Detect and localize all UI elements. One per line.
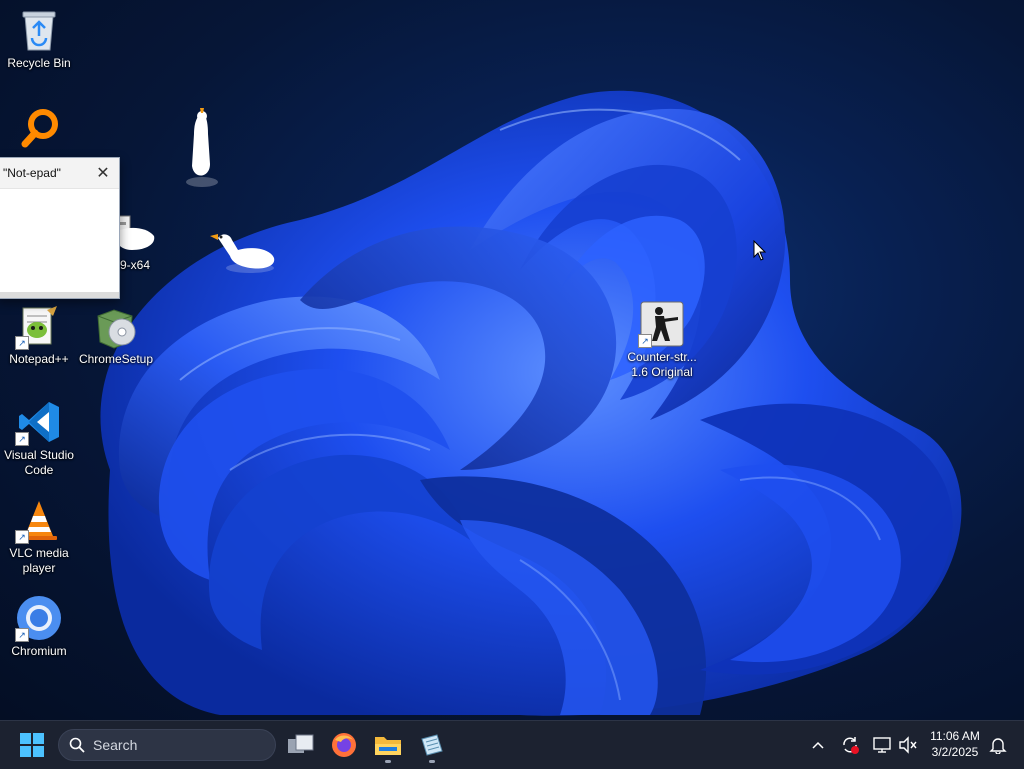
desktop-icon-hidden-app[interactable] (1, 104, 77, 152)
notification-bell-icon (989, 738, 1007, 754)
clock-time: 11:06 AM (930, 729, 980, 743)
firefox-icon (332, 733, 356, 757)
desktop-icon-chromium[interactable]: ↗ Chromium (1, 594, 77, 659)
close-button[interactable]: ✕ (93, 163, 113, 183)
desktop-icon-vlc[interactable]: ↗ VLC media player (1, 496, 77, 576)
vscode-icon: ↗ (15, 398, 63, 446)
shortcut-arrow-icon: ↗ (15, 336, 29, 350)
goose-partial-icon[interactable] (116, 224, 156, 254)
shortcut-arrow-icon: ↗ (638, 334, 652, 348)
counter-strike-icon: ↗ (638, 300, 686, 348)
task-view-icon (288, 734, 314, 753)
sync-tray-button[interactable] (838, 721, 862, 769)
desktop-icon-counter-strike[interactable]: ↗ Counter-str... 1.6 Original (624, 300, 700, 380)
search-placeholder: Search (93, 737, 138, 753)
desktop-icon-vscode[interactable]: ↗ Visual Studio Code (1, 398, 77, 478)
window-titlebar[interactable]: "Not-epad" ✕ (0, 158, 119, 189)
notepad-taskbar-button[interactable] (412, 725, 452, 765)
running-indicator (429, 760, 435, 763)
network-tray-button[interactable] (870, 721, 894, 769)
mouse-pointer-icon (753, 240, 767, 261)
desktop-icon-recycle-bin[interactable]: Recycle Bin (1, 6, 77, 71)
notepad-window[interactable]: "Not-epad" ✕ (0, 157, 120, 299)
taskbar-search-box[interactable]: Search (58, 729, 276, 761)
notepadpp-icon: ↗ (15, 302, 63, 350)
goose-standing-icon[interactable] (182, 104, 222, 190)
folder-icon (375, 737, 401, 755)
taskbar-clock[interactable]: 11:06 AM 3/2/2025 (922, 728, 988, 760)
search-icon (69, 737, 85, 753)
taskbar[interactable]: Search 11:06 AM 3/2/2025 (0, 720, 1024, 769)
notification-center-button[interactable] (986, 721, 1010, 769)
running-indicator (385, 760, 391, 763)
shortcut-arrow-icon: ↗ (15, 530, 29, 544)
recycle-bin-icon (15, 6, 63, 54)
shortcut-arrow-icon: ↗ (15, 628, 29, 642)
task-view-button[interactable] (281, 725, 321, 765)
desktop-icon-notepadpp[interactable]: ↗ Notepad++ (1, 302, 77, 367)
notepad-icon (421, 734, 443, 756)
clock-date: 3/2/2025 (931, 745, 979, 759)
desktop[interactable]: Recycle Bin 9-x64 ↗ Notepad++ ChromeSetu… (0, 0, 1024, 720)
volume-muted-icon (899, 736, 917, 754)
window-bottom-edge (0, 292, 119, 298)
magnifier-app-icon (15, 104, 63, 152)
sync-error-icon (843, 737, 859, 754)
windows-logo-icon (20, 733, 44, 757)
shortcut-arrow-icon: ↗ (15, 432, 29, 446)
start-button[interactable] (12, 725, 52, 765)
firefox-taskbar-button[interactable] (324, 725, 364, 765)
window-title: "Not-epad" (3, 166, 61, 180)
chromium-icon: ↗ (15, 594, 63, 642)
chevron-up-icon (812, 741, 824, 749)
chromesetup-icon (92, 302, 140, 350)
show-hidden-icons-button[interactable] (808, 721, 828, 769)
window-content[interactable] (0, 189, 119, 291)
file-explorer-taskbar-button[interactable] (368, 725, 408, 765)
volume-tray-button[interactable] (896, 721, 920, 769)
close-icon: ✕ (96, 165, 110, 182)
network-icon (873, 737, 891, 753)
goose-walking-icon[interactable] (208, 226, 278, 276)
vlc-icon: ↗ (15, 496, 63, 544)
desktop-icon-chromesetup[interactable]: ChromeSetup (78, 302, 154, 367)
